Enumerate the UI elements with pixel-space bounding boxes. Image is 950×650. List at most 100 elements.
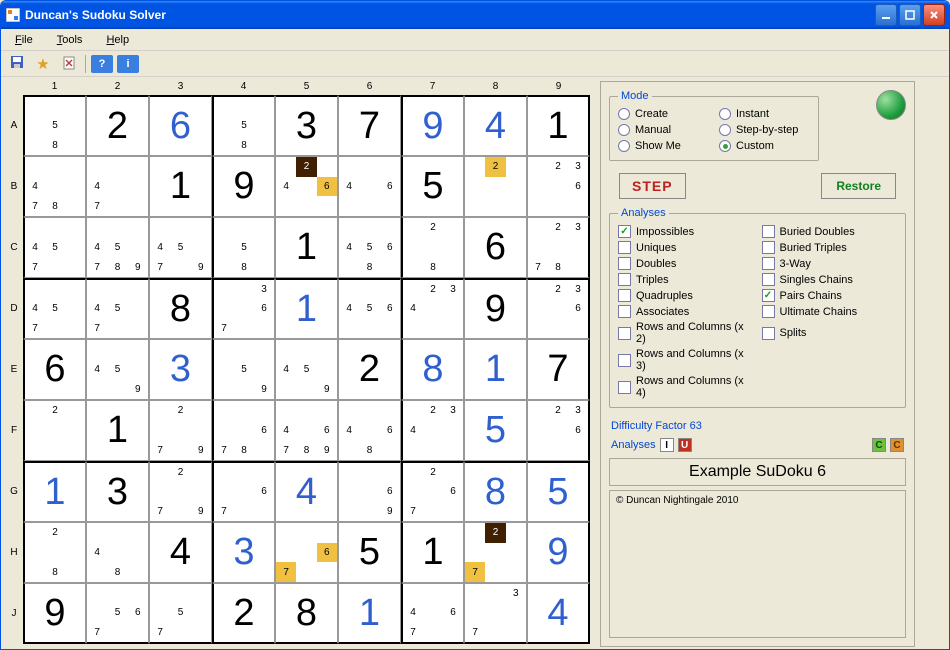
sudoku-cell[interactable]: 27 <box>464 522 527 583</box>
sudoku-cell[interactable]: 236 <box>527 278 590 339</box>
sudoku-cell[interactable]: 67 <box>212 461 275 522</box>
sudoku-cell[interactable]: 367 <box>212 278 275 339</box>
analysis-option[interactable]: Rows and Columns (x 4) <box>618 375 754 399</box>
sudoku-cell[interactable]: 3 <box>212 522 275 583</box>
sudoku-cell[interactable]: 3 <box>149 339 212 400</box>
sudoku-cell[interactable]: 7 <box>338 95 401 156</box>
sudoku-cell[interactable]: 4 <box>149 522 212 583</box>
sudoku-cell[interactable]: 2 <box>212 583 275 644</box>
sudoku-cell[interactable]: 4579 <box>149 217 212 278</box>
clear-button[interactable] <box>57 53 81 75</box>
sudoku-cell[interactable]: 236 <box>527 400 590 461</box>
sudoku-cell[interactable]: 234 <box>401 400 464 461</box>
sudoku-cell[interactable]: 459 <box>86 339 149 400</box>
sudoku-cell[interactable]: 4 <box>275 461 338 522</box>
sudoku-cell[interactable]: 8 <box>464 461 527 522</box>
badge-c1[interactable]: C <box>872 438 886 452</box>
sudoku-cell[interactable]: 46 <box>338 156 401 217</box>
mode-option[interactable]: Manual <box>618 124 709 136</box>
sudoku-cell[interactable]: 234 <box>401 278 464 339</box>
sudoku-cell[interactable]: 678 <box>212 400 275 461</box>
restore-button[interactable]: Restore <box>821 173 896 199</box>
sudoku-cell[interactable]: 9 <box>401 95 464 156</box>
sudoku-cell[interactable]: 1 <box>86 400 149 461</box>
analysis-option[interactable]: Singles Chains <box>762 273 898 286</box>
sudoku-cell[interactable]: 8 <box>149 278 212 339</box>
mode-option[interactable]: Step-by-step <box>719 124 810 136</box>
sudoku-cell[interactable]: 279 <box>149 400 212 461</box>
analysis-option[interactable]: Associates <box>618 305 754 318</box>
sudoku-cell[interactable]: 6 <box>23 339 86 400</box>
analysis-option[interactable]: Uniques <box>618 241 754 254</box>
sudoku-cell[interactable]: 45789 <box>86 217 149 278</box>
sudoku-cell[interactable]: 2 <box>23 400 86 461</box>
sudoku-cell[interactable]: 4568 <box>338 217 401 278</box>
badge-uniques[interactable]: U <box>678 438 692 452</box>
sudoku-cell[interactable]: 28 <box>401 217 464 278</box>
sudoku-cell[interactable]: 468 <box>338 400 401 461</box>
sudoku-cell[interactable]: 8 <box>275 583 338 644</box>
sudoku-cell[interactable]: 3 <box>275 95 338 156</box>
sudoku-cell[interactable]: 46789 <box>275 400 338 461</box>
badge-impossibles[interactable]: I <box>660 438 674 452</box>
mode-option[interactable]: Create <box>618 108 709 120</box>
analysis-option[interactable]: Quadruples <box>618 289 754 302</box>
analysis-option[interactable]: Triples <box>618 273 754 286</box>
minimize-button[interactable] <box>875 4 897 26</box>
sudoku-cell[interactable]: 279 <box>149 461 212 522</box>
sudoku-cell[interactable]: 567 <box>86 583 149 644</box>
sudoku-cell[interactable]: 478 <box>23 156 86 217</box>
sudoku-cell[interactable]: 57 <box>149 583 212 644</box>
sudoku-cell[interactable]: 1 <box>401 522 464 583</box>
sudoku-cell[interactable]: 1 <box>23 461 86 522</box>
sudoku-cell[interactable]: 2 <box>338 339 401 400</box>
sudoku-cell[interactable]: 1 <box>464 339 527 400</box>
analysis-option[interactable]: ✓Pairs Chains <box>762 289 898 302</box>
sudoku-cell[interactable]: 5 <box>527 461 590 522</box>
sudoku-cell[interactable]: 5 <box>338 522 401 583</box>
globe-button[interactable] <box>876 90 906 120</box>
badge-c2[interactable]: C <box>890 438 904 452</box>
sudoku-cell[interactable]: 58 <box>212 95 275 156</box>
sudoku-cell[interactable]: 9 <box>464 278 527 339</box>
sudoku-cell[interactable]: 246 <box>275 156 338 217</box>
sudoku-cell[interactable]: 8 <box>401 339 464 400</box>
analysis-option[interactable]: Doubles <box>618 257 754 270</box>
sudoku-cell[interactable]: 58 <box>212 217 275 278</box>
mode-option[interactable]: Custom <box>719 140 810 152</box>
sudoku-cell[interactable]: 47 <box>86 156 149 217</box>
sudoku-cell[interactable]: 9 <box>212 156 275 217</box>
sudoku-cell[interactable]: 467 <box>401 583 464 644</box>
analysis-option[interactable]: Rows and Columns (x 3) <box>618 348 754 372</box>
maximize-button[interactable] <box>899 4 921 26</box>
analysis-option[interactable]: Buried Triples <box>762 241 898 254</box>
sudoku-cell[interactable]: 59 <box>212 339 275 400</box>
sudoku-cell[interactable]: 2 <box>86 95 149 156</box>
analysis-option[interactable]: Ultimate Chains <box>762 305 898 318</box>
analysis-option[interactable]: ✓Impossibles <box>618 225 754 238</box>
sudoku-cell[interactable]: 267 <box>401 461 464 522</box>
sudoku-cell[interactable]: 1 <box>338 583 401 644</box>
sudoku-cell[interactable]: 3 <box>86 461 149 522</box>
sudoku-cell[interactable]: 48 <box>86 522 149 583</box>
sudoku-cell[interactable]: 4 <box>464 95 527 156</box>
sudoku-cell[interactable]: 456 <box>338 278 401 339</box>
sudoku-cell[interactable]: 9 <box>23 583 86 644</box>
save-button[interactable] <box>5 53 29 75</box>
sudoku-cell[interactable]: 28 <box>23 522 86 583</box>
mode-option[interactable]: Show Me <box>618 140 709 152</box>
sudoku-cell[interactable]: 6 <box>149 95 212 156</box>
analysis-option[interactable]: Buried Doubles <box>762 225 898 238</box>
sudoku-cell[interactable]: 2 <box>464 156 527 217</box>
step-button[interactable]: STEP <box>619 173 686 199</box>
analysis-option[interactable]: 3-Way <box>762 257 898 270</box>
sudoku-cell[interactable]: 58 <box>23 95 86 156</box>
sudoku-cell[interactable]: 5 <box>464 400 527 461</box>
analysis-option[interactable]: Splits <box>762 321 898 345</box>
sudoku-cell[interactable]: 4 <box>527 583 590 644</box>
sudoku-cell[interactable]: 236 <box>527 156 590 217</box>
sudoku-cell[interactable]: 457 <box>23 217 86 278</box>
help-button[interactable]: ? <box>90 53 114 75</box>
sudoku-cell[interactable]: 69 <box>338 461 401 522</box>
sudoku-cell[interactable]: 457 <box>86 278 149 339</box>
